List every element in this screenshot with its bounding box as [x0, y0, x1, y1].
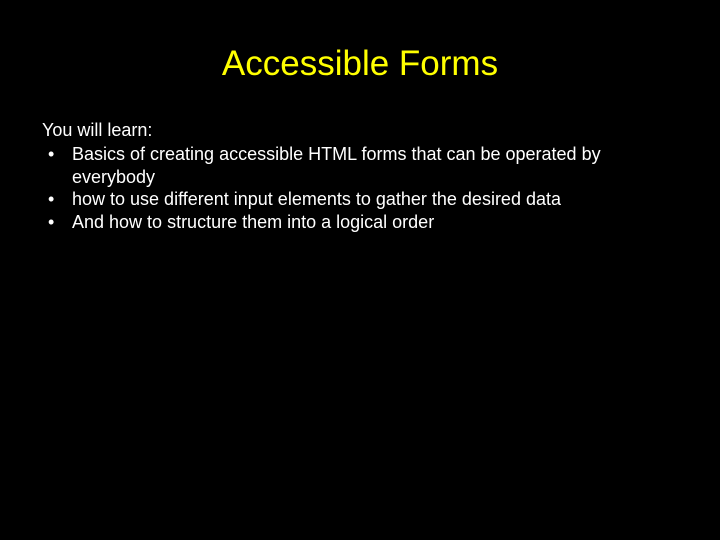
- slide-title: Accessible Forms: [42, 44, 678, 84]
- intro-text: You will learn:: [42, 120, 678, 141]
- list-item: how to use different input elements to g…: [42, 188, 678, 211]
- bullet-list: Basics of creating accessible HTML forms…: [42, 143, 678, 233]
- list-item: Basics of creating accessible HTML forms…: [42, 143, 678, 188]
- list-item: And how to structure them into a logical…: [42, 211, 678, 234]
- slide-container: Accessible Forms You will learn: Basics …: [0, 0, 720, 540]
